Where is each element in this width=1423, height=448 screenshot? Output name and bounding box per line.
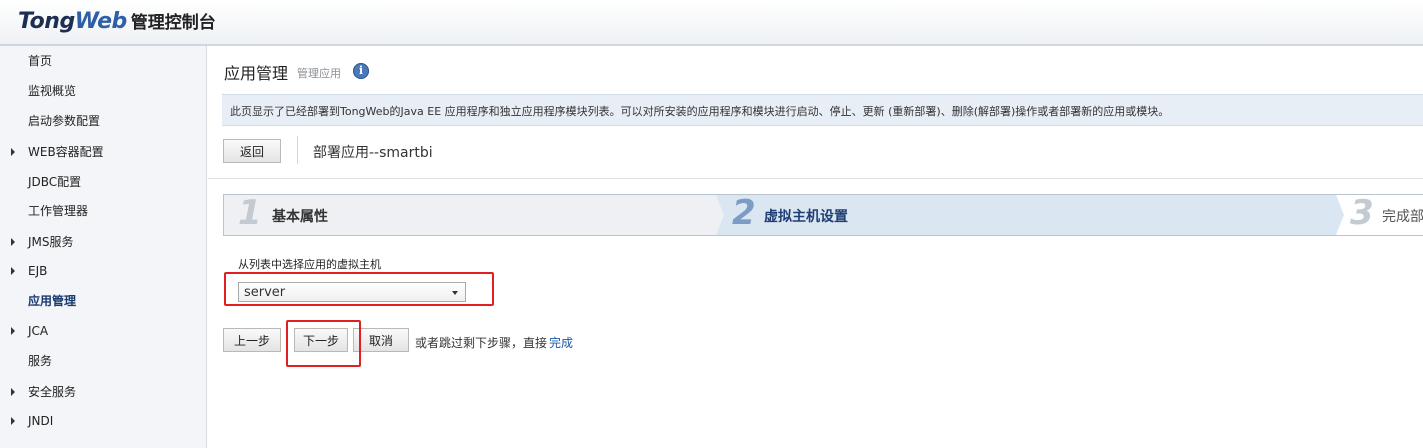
sidebar-item-label: 首页 xyxy=(28,54,53,68)
sidebar-item-startup-params[interactable]: 启动参数配置 xyxy=(0,106,206,136)
wizard-steps: 1 基本属性 2 虚拟主机设置 3 完成部 xyxy=(223,194,1423,236)
sidebar-item-label: EJB xyxy=(28,264,48,278)
previous-step-button[interactable]: 上一步 xyxy=(223,328,281,352)
sidebar-item-work-manager[interactable]: 工作管理器 xyxy=(0,196,206,226)
sidebar-item-jdbc[interactable]: JDBC配置 xyxy=(0,167,206,197)
wizard-step-virtual-host[interactable]: 2 虚拟主机设置 xyxy=(716,195,1336,235)
description-panel: 此页显示了已经部署到TongWeb的Java EE 应用程序和独立应用程序模块列… xyxy=(222,94,1423,126)
page-subtitle: 管理应用 xyxy=(297,67,341,80)
expand-arrow-icon xyxy=(11,267,15,275)
deploy-app-title: 部署应用--smartbi xyxy=(313,145,433,161)
highlight-box xyxy=(224,272,494,306)
skip-steps-text: 或者跳过剩下步骤，直接 xyxy=(415,336,548,350)
step-label: 虚拟主机设置 xyxy=(764,209,848,225)
highlight-box xyxy=(286,320,361,367)
sidebar-item-home[interactable]: 首页 xyxy=(0,46,206,76)
step-chevron-icon xyxy=(716,195,724,235)
sidebar-item-label: JDBC配置 xyxy=(28,175,82,189)
info-icon[interactable]: i xyxy=(353,63,369,79)
sidebar-item-label: 服务 xyxy=(28,354,53,368)
wizard-step-finish[interactable]: 3 完成部 xyxy=(1336,195,1423,235)
sidebar-item-label: 工作管理器 xyxy=(28,204,89,218)
sidebar-item-services[interactable]: 服务 xyxy=(0,346,206,376)
divider xyxy=(297,136,298,164)
finish-link[interactable]: 完成 xyxy=(549,334,573,351)
expand-arrow-icon xyxy=(11,238,15,246)
step-number: 2 xyxy=(732,194,756,233)
sidebar-item-label: 启动参数配置 xyxy=(28,114,101,128)
expand-arrow-icon xyxy=(11,327,15,335)
back-button[interactable]: 返回 xyxy=(223,139,281,163)
sidebar-item-label: JCA xyxy=(28,324,49,338)
divider xyxy=(208,178,1423,179)
sidebar-item-jndi[interactable]: JNDI xyxy=(0,406,206,436)
step-chevron-icon xyxy=(1336,195,1344,235)
app-header: TongWeb 管理控制台 xyxy=(0,0,1423,46)
wizard-step-basic-properties[interactable]: 1 基本属性 xyxy=(224,195,716,235)
step-number: 3 xyxy=(1350,194,1374,233)
description-text: 此页显示了已经部署到TongWeb的Java EE 应用程序和独立应用程序模块列… xyxy=(230,105,1170,118)
logo-word-web: Web xyxy=(74,9,128,34)
sidebar-item-security[interactable]: 安全服务 xyxy=(0,377,206,407)
step-label: 基本属性 xyxy=(272,209,328,225)
sidebar-item-ejb[interactable]: EJB xyxy=(0,256,206,286)
sidebar-item-app-management[interactable]: 应用管理 xyxy=(0,286,206,316)
sidebar-item-monitor-overview[interactable]: 监视概览 xyxy=(0,76,206,106)
virtual-host-label: 从列表中选择应用的虚拟主机 xyxy=(238,258,381,271)
tongweb-logo[interactable]: TongWeb 管理控制台 xyxy=(18,8,216,36)
page-title: 应用管理 xyxy=(224,64,289,83)
expand-arrow-icon xyxy=(11,388,15,396)
sidebar-item-jca[interactable]: JCA xyxy=(0,316,206,346)
sidebar-nav: 首页 监视概览 启动参数配置 WEB容器配置 JDBC配置 工作管理器 JMS服… xyxy=(0,46,207,448)
console-title: 管理控制台 xyxy=(130,13,216,33)
expand-arrow-icon xyxy=(11,417,15,425)
cancel-button[interactable]: 取消 xyxy=(353,328,409,352)
sidebar-item-label: WEB容器配置 xyxy=(28,145,104,159)
main-content: 应用管理 管理应用 i 此页显示了已经部署到TongWeb的Java EE 应用… xyxy=(208,46,1423,448)
expand-arrow-icon xyxy=(11,148,15,156)
sidebar-item-label: JNDI xyxy=(28,414,54,428)
logo-word-tong: Tong xyxy=(18,9,75,34)
sidebar-item-web-container[interactable]: WEB容器配置 xyxy=(0,137,206,167)
sidebar-item-label: 监视概览 xyxy=(28,84,77,98)
step-number: 1 xyxy=(238,194,262,233)
sidebar-item-label: JMS服务 xyxy=(28,235,74,249)
step-label: 完成部 xyxy=(1382,209,1423,225)
sidebar-item-label: 安全服务 xyxy=(28,385,77,399)
sidebar-item-label: 应用管理 xyxy=(28,294,77,308)
sidebar-item-jms[interactable]: JMS服务 xyxy=(0,227,206,257)
